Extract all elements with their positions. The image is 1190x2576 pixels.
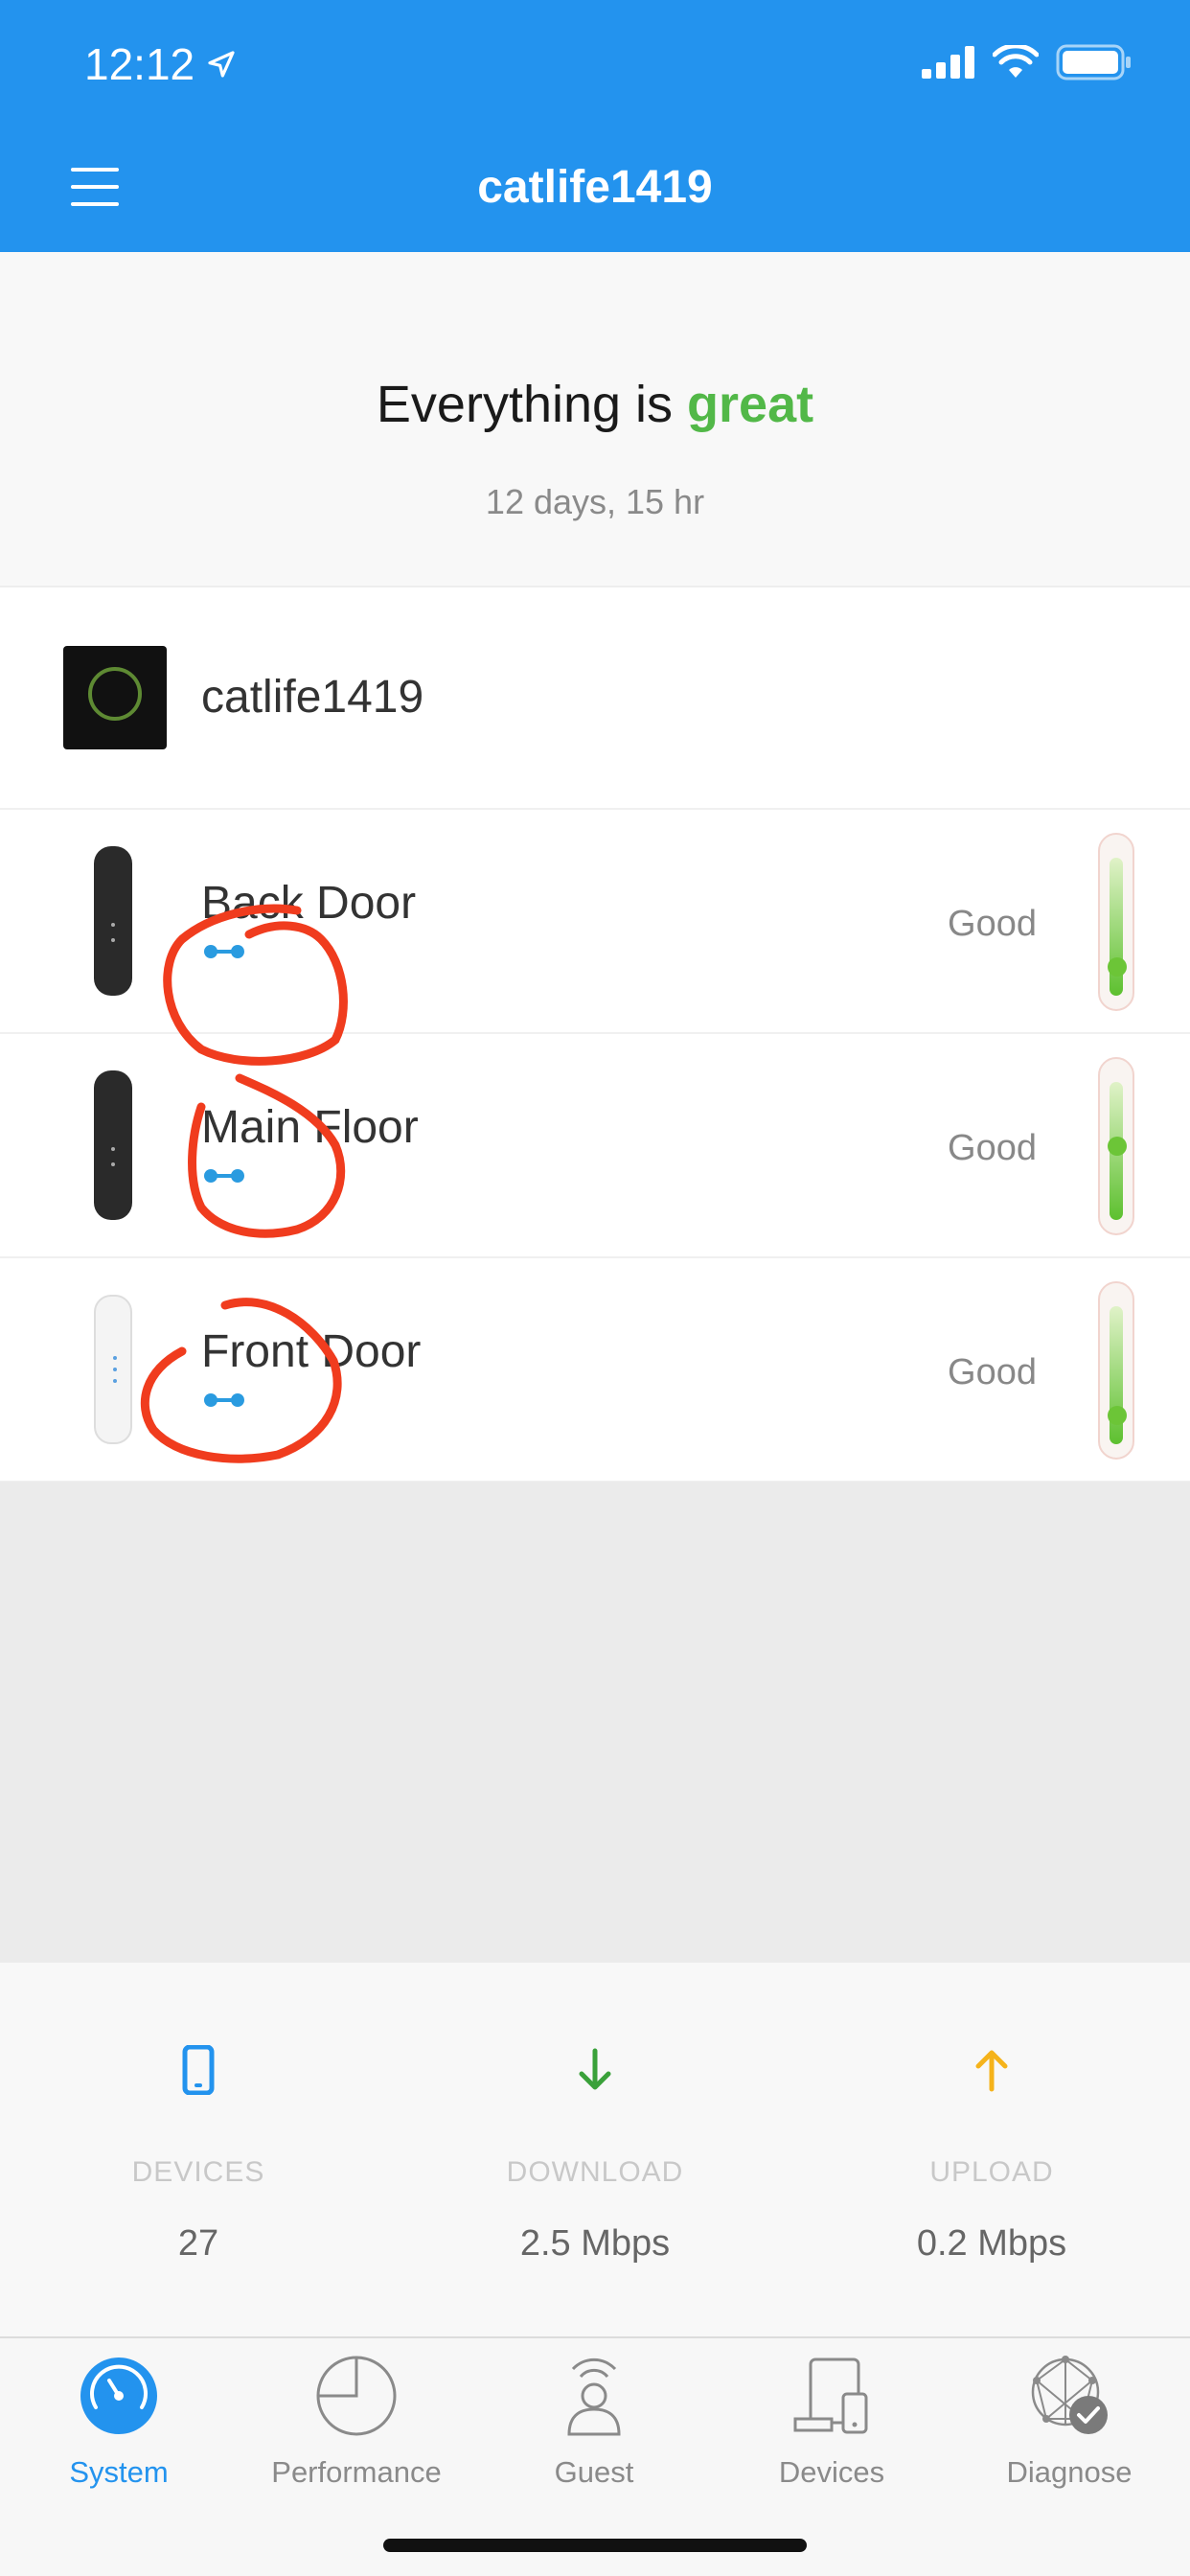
health-state: great [687,376,814,433]
health-summary: Everything is great 12 days, 15 hr [0,252,1190,587]
clock-text: 12:12 [84,39,195,89]
node-name: Main Floor [201,1102,419,1153]
stat-download[interactable]: DOWNLOAD 2.5 Mbps [397,1963,793,2336]
node-status: Good [948,1128,1037,1168]
device-list: catlife1419 Back Door Good Main Floor Go… [0,587,1190,1483]
list-item[interactable]: Front Door Good [0,1258,1190,1483]
stat-label: DOWNLOAD [506,2156,684,2188]
health-status-text: Everything is great [376,376,814,433]
wifi-icon [993,45,1039,78]
tab-devices[interactable]: Devices [713,2338,950,2530]
stat-value: 2.5 Mbps [519,2223,671,2264]
arrow-down-icon [579,2048,611,2090]
node-status: Good [948,904,1037,944]
gauge-icon [80,2358,157,2434]
home-indicator [383,2539,807,2552]
stat-value: 27 [177,2223,219,2264]
tab-label: System [69,2455,169,2489]
mesh-link-icon [204,1393,244,1407]
tab-guest[interactable]: Guest [475,2338,713,2530]
app-header: 12:12 catlife1419 [0,0,1190,252]
mesh-link-icon [204,1169,244,1183]
location-arrow-icon [208,51,235,78]
signal-meter [1098,1281,1134,1460]
arrow-up-icon [975,2050,1008,2092]
signal-meter [1098,1057,1134,1235]
mesh-point-image [94,1295,132,1444]
status-bar-time: 12:12 [84,38,237,90]
node-name: Back Door [201,878,417,929]
list-item[interactable]: Main Floor Good [0,1034,1190,1258]
network-check-icon [1031,2356,1108,2434]
router-row[interactable]: catlife1419 [0,587,1190,810]
node-status: Good [948,1352,1037,1392]
empty-area [0,1482,1190,1963]
guest-user-icon [567,2358,621,2436]
mesh-point-image [94,846,132,996]
pie-chart-icon [316,2356,397,2436]
stat-value: 0.2 Mbps [916,2223,1067,2264]
status-icons [922,44,1133,80]
uptime-text: 12 days, 15 hr [485,482,705,521]
stat-label: UPLOAD [929,2156,1054,2188]
tab-diagnose[interactable]: Diagnose [950,2338,1188,2530]
phone-icon [182,2045,215,2095]
list-item[interactable]: Back Door Good [0,810,1190,1034]
stat-devices[interactable]: DEVICES 27 [0,1963,397,2336]
cellular-signal-icon [922,46,974,79]
network-stats: DEVICES 27 DOWNLOAD 2.5 Mbps UPLOAD 0.2 … [0,1963,1190,2336]
tab-performance[interactable]: Performance [238,2338,475,2530]
devices-icon [793,2358,868,2434]
node-name: Front Door [201,1326,422,1377]
tab-label: Performance [271,2455,442,2489]
tab-label: Devices [778,2455,885,2489]
tab-label: Guest [554,2455,634,2489]
stat-upload[interactable]: UPLOAD 0.2 Mbps [793,1963,1190,2336]
battery-icon [1056,44,1131,80]
tab-label: Diagnose [1006,2455,1133,2489]
mesh-point-image [94,1070,132,1220]
page-title: catlife1419 [477,162,713,213]
router-name: catlife1419 [201,672,424,723]
tab-system[interactable]: System [0,2338,238,2530]
router-image [63,646,167,749]
signal-meter [1098,833,1134,1011]
stat-label: DEVICES [131,2156,265,2188]
mesh-link-icon [204,945,244,958]
